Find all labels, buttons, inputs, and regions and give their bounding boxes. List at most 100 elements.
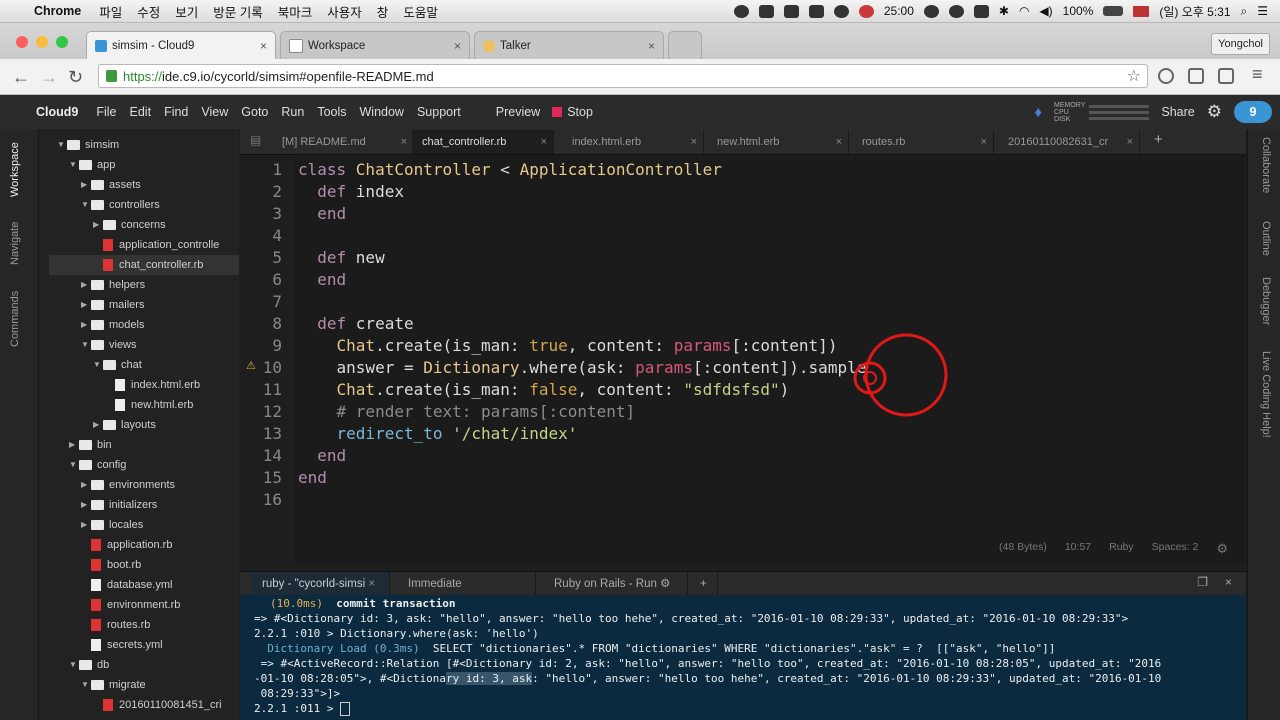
cloud9-brand[interactable]: Cloud9 <box>36 105 78 119</box>
extension-globe-icon[interactable] <box>1158 68 1174 84</box>
menubar-item-edit[interactable]: 수정 <box>137 2 160 21</box>
cloud9-logo[interactable]: 9 <box>1234 101 1272 123</box>
c9-menu-find[interactable]: Find <box>164 105 188 119</box>
tray-pomodoro-icon[interactable] <box>858 4 874 18</box>
c9-menu-view[interactable]: View <box>201 105 228 119</box>
triangle-right-icon[interactable]: ▶ <box>93 415 103 435</box>
triangle-down-icon[interactable]: ▼ <box>81 335 91 355</box>
editor-tab[interactable]: chat_controller.rb × <box>412 130 554 154</box>
notification-center-icon[interactable]: ☰ <box>1257 4 1268 18</box>
triangle-down-icon[interactable]: ▼ <box>69 455 79 475</box>
extension-screenshot-icon[interactable] <box>1188 68 1204 84</box>
c9-menu-file[interactable]: File <box>96 105 116 119</box>
language-mode[interactable]: Ruby <box>1109 541 1134 557</box>
triangle-down-icon[interactable]: ▼ <box>81 675 91 695</box>
tab-workspace[interactable]: Workspace <box>9 142 21 197</box>
c9-menu-goto[interactable]: Goto <box>241 105 268 119</box>
editor-tab[interactable]: routes.rb × <box>852 130 994 154</box>
tree-folder[interactable]: ▶ mailers <box>39 295 239 315</box>
editor-tab[interactable]: index.html.erb × <box>562 130 704 154</box>
tree-file[interactable]: application_controlle <box>39 235 239 255</box>
tree-folder[interactable]: ▶ bin <box>39 435 239 455</box>
triangle-right-icon[interactable]: ▶ <box>81 515 91 535</box>
tree-folder[interactable]: ▶ concerns <box>39 215 239 235</box>
spotlight-icon[interactable]: ⌕ <box>1241 4 1248 19</box>
menubar-item-bookmarks[interactable]: 북마크 <box>278 2 313 21</box>
console-tab-rails-run[interactable]: Ruby on Rails - Run ⚙ <box>544 572 688 596</box>
tree-folder[interactable]: ▶ layouts <box>39 415 239 435</box>
reload-icon[interactable]: ↻ <box>68 67 83 88</box>
console-tab-immediate[interactable]: Immediate <box>398 572 536 596</box>
menubar-clock[interactable]: (일) 오후 5:31 <box>1159 3 1230 20</box>
tree-file[interactable]: index.html.erb <box>39 375 239 395</box>
triangle-right-icon[interactable]: ▶ <box>93 215 103 235</box>
triangle-right-icon[interactable]: ▶ <box>81 315 91 335</box>
editor-tab[interactable]: new.html.erb × <box>707 130 849 154</box>
c9-menu-window[interactable]: Window <box>360 105 404 119</box>
triangle-down-icon[interactable]: ▼ <box>69 155 79 175</box>
menubar-item-help[interactable]: 도움말 <box>403 2 438 21</box>
preview-button[interactable]: Preview <box>496 105 540 119</box>
tree-file[interactable]: 20160110081451_cri <box>39 695 239 715</box>
cursor-position[interactable]: 10:57 <box>1065 541 1091 557</box>
tree-folder[interactable]: ▼ views <box>39 335 239 355</box>
editor-tab[interactable]: 20160110082631_cr × <box>998 130 1140 154</box>
new-editor-tab-button[interactable]: + <box>1154 131 1163 148</box>
close-tab-icon[interactable]: × <box>836 130 842 154</box>
terminal-output[interactable]: (10.0ms) commit transaction => #<Diction… <box>240 595 1246 720</box>
wifi-icon[interactable]: ◠ <box>1019 4 1029 18</box>
process-settings-icon[interactable]: ⚙ <box>660 578 670 590</box>
tray-airplay-icon[interactable] <box>973 4 989 18</box>
tree-file[interactable]: new.html.erb <box>39 395 239 415</box>
triangle-down-icon[interactable]: ▼ <box>93 355 103 375</box>
address-bar[interactable]: https://ide.c9.io/cycorld/simsim#openfil… <box>98 64 1148 88</box>
profile-button[interactable]: Yongchol <box>1211 33 1270 55</box>
close-tab-icon[interactable]: × <box>260 39 267 53</box>
triangle-down-icon[interactable]: ▼ <box>81 195 91 215</box>
browser-tab-cloud9[interactable]: simsim - Cloud9 × <box>86 31 276 59</box>
triangle-down-icon[interactable]: ▼ <box>69 655 79 675</box>
ruby-gem-icon[interactable]: ♦ <box>1034 104 1042 121</box>
editor-settings-gear-icon[interactable]: ⚙ <box>1216 541 1228 557</box>
browser-tab-workspace[interactable]: Workspace × <box>280 31 470 59</box>
console-tab-ruby[interactable]: ruby - "cycorld-simsi × <box>252 572 390 596</box>
new-tab-button[interactable] <box>668 31 702 59</box>
c9-menu-edit[interactable]: Edit <box>130 105 152 119</box>
bluetooth-icon[interactable]: ✱ <box>999 4 1009 18</box>
tree-folder[interactable]: ▶ initializers <box>39 495 239 515</box>
close-tab-icon[interactable]: × <box>691 130 697 154</box>
resource-meters[interactable]: MEMORY CPU DISK <box>1054 102 1150 123</box>
tree-file[interactable]: chat_controller.rb <box>49 255 239 275</box>
close-tab-icon[interactable]: × <box>368 578 375 590</box>
tree-file[interactable]: environment.rb <box>39 595 239 615</box>
code-editor[interactable]: 1 2 3 4 5 6 7 8 9 10 11 12 13 14 15 16 ⚠ class ChatCont… <box>240 155 1246 565</box>
new-console-tab-button[interactable]: + <box>694 572 718 596</box>
tree-folder[interactable]: ▼ simsim <box>39 135 239 155</box>
tab-menu-icon[interactable]: ▤ <box>250 133 261 147</box>
tree-folder[interactable]: ▼ migrate <box>39 675 239 695</box>
indent-setting[interactable]: Spaces: 2 <box>1152 541 1199 557</box>
chrome-menu-icon[interactable]: ≡ <box>1252 64 1263 85</box>
forward-arrow-icon[interactable]: → <box>40 67 58 88</box>
tree-folder[interactable]: ▶ locales <box>39 515 239 535</box>
tree-folder[interactable]: ▶ assets <box>39 175 239 195</box>
menubar-item-file[interactable]: 파일 <box>99 2 122 21</box>
bookmark-star-icon[interactable]: ☆ <box>1127 65 1141 89</box>
close-window-button[interactable] <box>16 36 28 48</box>
stop-button[interactable]: Stop <box>552 105 593 119</box>
tray-drive-icon[interactable] <box>758 4 774 18</box>
tray-window-icon[interactable] <box>808 4 824 18</box>
tree-folder[interactable]: ▼ app <box>39 155 239 175</box>
tree-file[interactable]: boot.rb <box>39 555 239 575</box>
close-tab-icon[interactable]: × <box>401 130 407 154</box>
tree-folder[interactable]: ▼ controllers <box>39 195 239 215</box>
tray-time-machine-icon[interactable] <box>948 4 964 18</box>
triangle-right-icon[interactable]: ▶ <box>81 175 91 195</box>
menubar-app-name[interactable]: Chrome <box>34 4 81 18</box>
triangle-right-icon[interactable]: ▶ <box>81 475 91 495</box>
c9-menu-support[interactable]: Support <box>417 105 461 119</box>
tree-file[interactable]: secrets.yml <box>39 635 239 655</box>
triangle-down-icon[interactable]: ▼ <box>57 135 67 155</box>
battery-percent[interactable]: 100% <box>1063 4 1094 18</box>
triangle-right-icon[interactable]: ▶ <box>69 435 79 455</box>
